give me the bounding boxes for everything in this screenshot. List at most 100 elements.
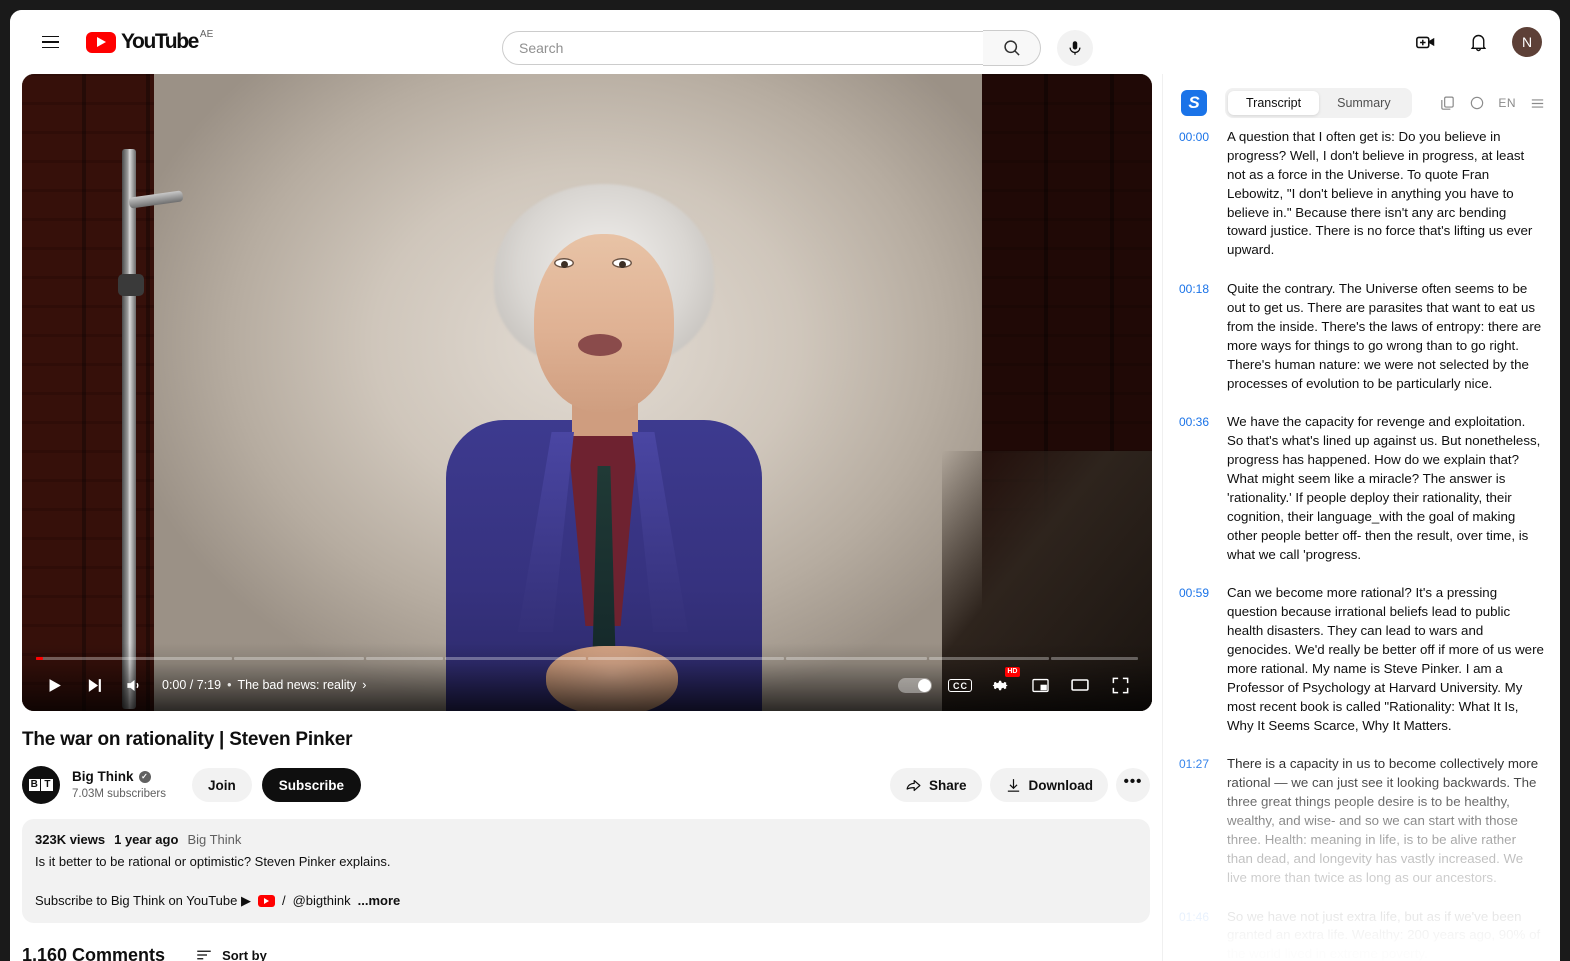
download-icon <box>1007 778 1019 792</box>
transcript-entry[interactable]: 00:00 A question that I often get is: Do … <box>1179 128 1544 260</box>
play-icon <box>49 678 61 692</box>
show-more-link[interactable]: ...more <box>358 892 401 911</box>
video-description[interactable]: 323K views 1 year ago Big Think Is it be… <box>22 819 1150 923</box>
tab-transcript[interactable]: Transcript <box>1228 91 1320 115</box>
transcript-timestamp[interactable]: 00:18 <box>1179 280 1215 393</box>
transcript-timestamp[interactable]: 01:46 <box>1179 908 1215 961</box>
description-subscribe-line: Subscribe to Big Think on YouTube ▶ / @b… <box>35 892 1138 911</box>
time-and-chapter: 0:00 / 7:19 • The bad news: reality › <box>162 678 366 692</box>
transcript-entry[interactable]: 01:27 There is a capacity in us to become… <box>1179 755 1544 887</box>
transcript-panel-header: S Transcript Summary EN <box>1163 74 1560 128</box>
verified-badge-icon: ✓ <box>138 771 151 784</box>
channel-name-row[interactable]: Big Think ✓ <box>72 768 166 786</box>
progress-fill <box>36 657 43 660</box>
progress-chapter-segment[interactable] <box>588 657 784 660</box>
transcript-entry[interactable]: 01:46 So we have not just extra life, but… <box>1179 908 1544 961</box>
transcript-list[interactable]: 00:00 A question that I often get is: Do … <box>1163 128 1560 961</box>
youtube-play-icon <box>86 32 116 53</box>
youtube-logo[interactable]: YouTube AE <box>86 29 214 54</box>
transcript-timestamp[interactable]: 01:27 <box>1179 755 1215 887</box>
download-button[interactable]: Download <box>989 768 1108 802</box>
next-video-button[interactable] <box>74 665 114 705</box>
logo-letter-b: B <box>28 779 40 791</box>
big-think-logo: BT <box>28 779 54 791</box>
copy-transcript-button[interactable] <box>1439 95 1456 112</box>
video-player[interactable]: 0:00 / 7:19 • The bad news: reality › CC <box>22 74 1152 711</box>
cc-icon: CC <box>948 678 972 692</box>
autoplay-play-icon <box>922 682 927 688</box>
progress-chapter-segment[interactable] <box>444 657 586 660</box>
fullscreen-button[interactable] <box>1100 665 1140 705</box>
theater-mode-icon <box>1071 679 1089 691</box>
search-area <box>502 30 1093 66</box>
progress-chapter-segment[interactable] <box>366 657 443 660</box>
transcript-timestamp[interactable]: 00:00 <box>1179 128 1215 260</box>
share-button[interactable]: Share <box>889 768 982 802</box>
more-options-button[interactable]: ••• <box>1116 768 1150 802</box>
transcript-menu-button[interactable] <box>1529 95 1546 112</box>
chapter-title[interactable]: The bad news: reality <box>237 678 356 692</box>
chapter-arrow-icon[interactable]: › <box>362 678 366 692</box>
hamburger-menu-icon[interactable] <box>30 22 70 62</box>
progress-chapter-segment[interactable] <box>929 657 1049 660</box>
description-summary: Is it better to be rational or optimisti… <box>35 853 391 869</box>
subscribe-button[interactable]: Subscribe <box>261 768 362 802</box>
settings-button[interactable]: HD <box>980 665 1020 705</box>
sort-by-button[interactable]: Sort by <box>195 946 267 961</box>
language-selector[interactable]: EN <box>1498 96 1516 110</box>
page-body: 0:00 / 7:19 • The bad news: reality › CC <box>10 74 1560 961</box>
video-title: The war on rationality | Steven Pinker <box>22 729 353 750</box>
gear-icon <box>992 680 1008 690</box>
transcript-text: Quite the contrary. The Universe often s… <box>1227 281 1542 391</box>
transcript-text: A question that I often get is: Do you b… <box>1227 129 1533 258</box>
transcript-entry[interactable]: 00:18 Quite the contrary. The Universe of… <box>1179 280 1544 393</box>
subtitles-button[interactable]: CC <box>940 665 980 705</box>
channel-meta: Big Think ✓ 7.03M subscribers <box>72 768 166 801</box>
tab-summary[interactable]: Summary <box>1319 91 1408 115</box>
channel-handle[interactable]: @bigthink <box>293 892 351 911</box>
autoplay-toggle[interactable] <box>898 677 932 693</box>
search-box[interactable] <box>502 31 984 65</box>
share-icon <box>906 779 921 791</box>
video-mic-stand <box>122 149 136 709</box>
transcript-entry[interactable]: 00:59 Can we become more rational? It's a… <box>1179 584 1544 735</box>
youtube-header: YouTube AE Search N <box>10 10 1560 74</box>
chapter-separator: • <box>227 678 232 692</box>
view-count: 323K views <box>35 832 106 847</box>
progress-bar[interactable] <box>36 657 1139 660</box>
miniplayer-button[interactable] <box>1020 665 1060 705</box>
comments-header: 1,160 Comments Sort by <box>22 945 1150 961</box>
list-menu-icon <box>1531 98 1544 108</box>
progress-chapter-segment[interactable] <box>233 657 365 660</box>
speaker-mouth <box>578 334 622 356</box>
refresh-button[interactable] <box>1469 95 1485 111</box>
youtube-logo-text: YouTube <box>121 30 199 53</box>
copy-icon <box>1441 96 1455 110</box>
theater-mode-button[interactable] <box>1060 665 1100 705</box>
video-actions: Share Download ••• <box>889 768 1150 802</box>
join-button[interactable]: Join <box>191 768 252 802</box>
transcript-timestamp[interactable]: 00:36 <box>1179 413 1215 564</box>
channel-avatar[interactable]: BT <box>22 766 60 804</box>
progress-chapter-segment[interactable] <box>785 657 928 660</box>
play-button[interactable] <box>34 665 74 705</box>
youtube-logo-superscript: AE <box>199 29 214 40</box>
browser-window: YouTube AE Search N 0:00 / 7:19 • The ba… <box>10 10 1560 961</box>
transcript-text: There is a capacity in us to become coll… <box>1227 756 1539 885</box>
transcript-timestamp[interactable]: 00:59 <box>1179 584 1215 735</box>
fullscreen-icon <box>1112 677 1128 693</box>
search-button[interactable] <box>983 30 1041 66</box>
search-icon <box>1003 40 1020 56</box>
progress-chapter-segment[interactable] <box>36 657 232 660</box>
avatar-initial: N <box>1521 34 1533 50</box>
voice-search-button[interactable] <box>1057 30 1093 66</box>
quality-badge: HD <box>1004 667 1020 677</box>
search-input[interactable] <box>519 40 983 56</box>
progress-chapter-segment[interactable] <box>1050 657 1139 660</box>
transcript-tools: EN <box>1439 95 1546 112</box>
user-avatar[interactable]: N <box>1512 27 1542 57</box>
volume-button[interactable] <box>114 665 154 705</box>
transcript-entry[interactable]: 00:36 We have the capacity for revenge an… <box>1179 413 1544 564</box>
notifications-button[interactable] <box>1460 24 1496 60</box>
create-video-button[interactable] <box>1408 24 1444 60</box>
